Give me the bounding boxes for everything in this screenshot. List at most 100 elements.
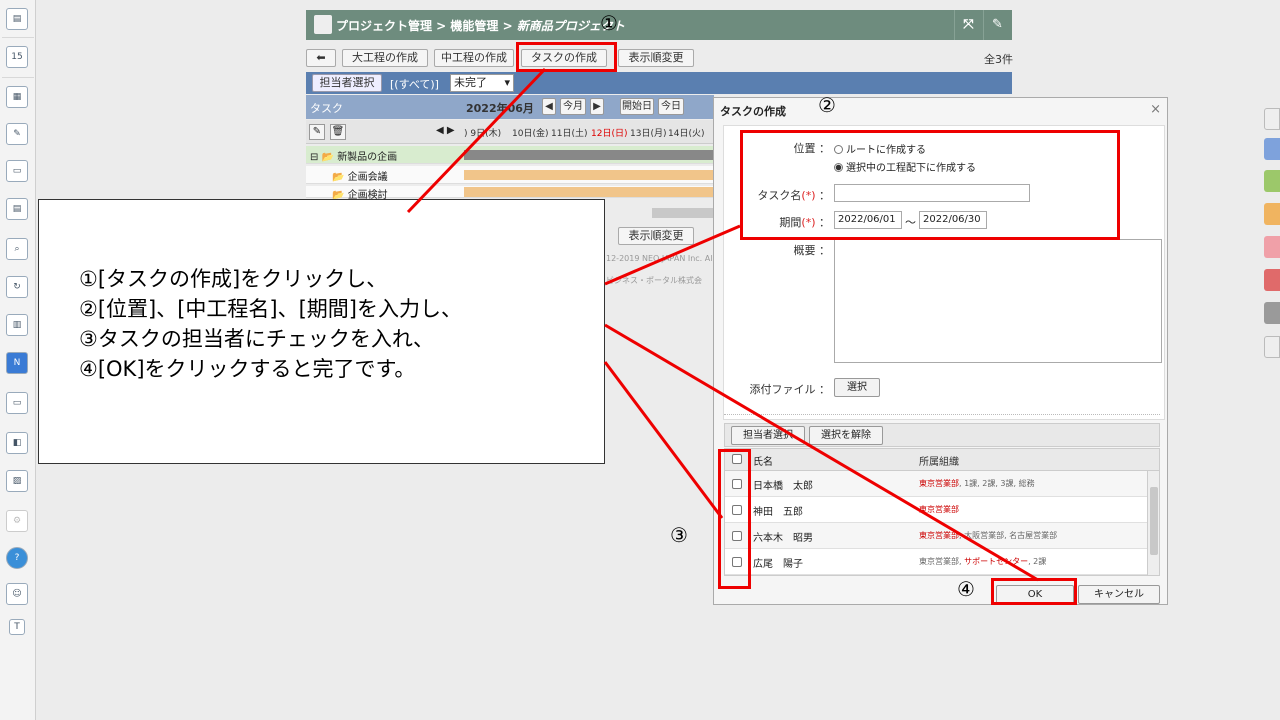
- right-tab-green[interactable]: [1264, 170, 1280, 192]
- scroll-thumb[interactable]: [1150, 487, 1158, 555]
- user-avatar-icon[interactable]: ☺: [6, 583, 28, 605]
- divider: [2, 37, 34, 38]
- refresh-icon[interactable]: ↻: [6, 276, 28, 298]
- member-table: 氏名 所属組織 日本橋 太郎 東京営業部, 1課, 2課, 3課, 総務 神田 …: [724, 448, 1160, 576]
- company-text: ビジネス・ポータル株式会: [606, 276, 702, 285]
- gantt-row[interactable]: 📂 企画検討: [306, 186, 714, 201]
- gantt-bar: [464, 170, 714, 180]
- column-name: 氏名: [753, 457, 773, 468]
- dialog-title: タスクの作成: [720, 105, 786, 118]
- member-org: 東京営業部: [919, 505, 959, 514]
- instruction-line: ①[タスクの作成]をクリックし、: [79, 267, 388, 291]
- instruction-line: ④[OK]をクリックすると完了です。: [79, 357, 416, 381]
- day-label: 14日(火): [668, 129, 705, 139]
- this-month-button[interactable]: 今月: [560, 98, 586, 115]
- assignee-select-button[interactable]: 担当者選択: [312, 74, 382, 92]
- instruction-line: ③タスクの担当者にチェックを入れ、: [79, 327, 435, 351]
- text-icon[interactable]: T: [9, 619, 25, 635]
- right-tab-orange[interactable]: [1264, 203, 1280, 225]
- chevron-down-icon: ▾: [504, 76, 510, 89]
- instruction-callout: ①[タスクの作成]をクリックし、 ②[位置]、[中工程名]、[期間]を入力し、 …: [38, 199, 605, 464]
- gantt-header: タスク 2022年06月 ◀ 今月 ▶ 開始日 今日: [306, 95, 714, 119]
- attachment-select-button[interactable]: 選択: [834, 378, 880, 397]
- help-icon[interactable]: ?: [6, 547, 28, 569]
- project-logo-icon: [314, 15, 332, 34]
- copyright-text: 12-2019 NEO JAPAN Inc. All: [606, 254, 715, 263]
- instruction-text: ①[タスクの作成]をクリックし、 ②[位置]、[中工程名]、[期間]を入力し、 …: [79, 264, 462, 384]
- gantt-subheader: ✎ 🗑 ◀ ▶ ) 9日(木) 10日(金) 11日(土) 12日(日) 13日…: [306, 120, 714, 144]
- edit-icon[interactable]: ✎: [309, 124, 325, 140]
- member-row[interactable]: 日本橋 太郎 東京営業部, 1課, 2課, 3課, 総務: [725, 471, 1147, 497]
- gantt-row[interactable]: 📂 企画会議: [306, 166, 714, 184]
- folder-icon[interactable]: ▭: [6, 392, 28, 414]
- member-scrollbar[interactable]: [1147, 471, 1159, 575]
- portal-icon[interactable]: ▤: [6, 8, 28, 30]
- member-org: 東京営業部, サポートセンター, 2課: [919, 557, 1047, 566]
- create-middle-process-button[interactable]: 中工程の作成: [434, 49, 514, 67]
- back-button[interactable]: ⬅: [306, 49, 336, 67]
- books-icon[interactable]: ▥: [6, 314, 28, 336]
- clear-selection-button[interactable]: 選択を解除: [809, 426, 883, 445]
- member-org: 東京営業部, 1課, 2課, 3課, 総務: [919, 479, 1035, 488]
- member-row[interactable]: 神田 五郎 東京営業部: [725, 497, 1147, 523]
- start-date-button[interactable]: 開始日: [620, 98, 654, 115]
- today-button[interactable]: 今日: [658, 98, 684, 115]
- task-column-header: タスク: [310, 102, 343, 115]
- board-icon[interactable]: ▭: [6, 160, 28, 182]
- breadcrumb: プロジェクト管理 > 機能管理 > 新商品プロジェクト: [336, 19, 625, 33]
- app-icon[interactable]: ◧: [6, 432, 28, 454]
- expand-icon[interactable]: ⤧: [954, 10, 982, 40]
- close-icon[interactable]: ×: [1150, 102, 1161, 117]
- attachment-label: 添付ファイル ：: [749, 383, 831, 396]
- member-org: 東京営業部, 大阪営業部, 名古屋営業部: [919, 531, 1058, 540]
- step-number-4: ④: [957, 577, 975, 601]
- right-tab-red[interactable]: [1264, 269, 1280, 291]
- search-doc-icon[interactable]: ⌕: [6, 238, 28, 260]
- row-name: ⊟ 📂 新製品の企画: [310, 152, 398, 163]
- member-row[interactable]: 六本木 昭男 東京営業部, 大阪営業部, 名古屋営業部: [725, 523, 1147, 549]
- cancel-button[interactable]: キャンセル: [1078, 585, 1160, 604]
- gear-icon[interactable]: ⚙: [6, 510, 28, 532]
- wrench-icon[interactable]: ✎: [983, 10, 1011, 40]
- highlight-checkboxes: [718, 449, 751, 589]
- status-select[interactable]: 未完了 ▾: [450, 74, 514, 92]
- divider: [724, 414, 1160, 415]
- app-sidebar: ▤ 15 ▦ ✎ ▭ ▤ ⌕ ↻ ▥ N ▭ ◧ ▨ ⚙ ? ☺ T: [0, 0, 36, 720]
- prev-month-button[interactable]: ◀: [542, 98, 556, 115]
- right-tab-notes[interactable]: [1264, 108, 1280, 130]
- photo-icon[interactable]: ▨: [6, 470, 28, 492]
- step-number-2: ②: [818, 93, 836, 117]
- month-label: 2022年06月: [466, 102, 534, 115]
- connector-line-3: [603, 361, 724, 519]
- member-name: 広尾 陽子: [753, 559, 803, 570]
- day-label: 10日(金): [512, 129, 549, 139]
- calendar-icon[interactable]: 15: [6, 46, 28, 68]
- memo-icon[interactable]: ✎: [6, 123, 28, 145]
- right-tab-blue[interactable]: [1264, 138, 1280, 160]
- assignee-select-button[interactable]: 担当者選択: [731, 426, 805, 445]
- next-month-button[interactable]: ▶: [590, 98, 604, 115]
- scroll-left-right-icon[interactable]: ◀ ▶: [436, 125, 455, 136]
- document-icon[interactable]: ▤: [6, 198, 28, 220]
- report-icon[interactable]: ▦: [6, 86, 28, 108]
- neo-icon[interactable]: N: [6, 352, 28, 374]
- right-tab-pink[interactable]: [1264, 236, 1280, 258]
- reorder-button[interactable]: 表示順変更: [618, 49, 694, 67]
- highlight-ok-button: [991, 578, 1077, 605]
- instruction-line: ②[位置]、[中工程名]、[期間]を入力し、: [79, 297, 462, 321]
- right-tab-gray[interactable]: [1264, 302, 1280, 324]
- right-tab-pencil[interactable]: [1264, 336, 1280, 358]
- column-org: 所属組織: [919, 457, 959, 468]
- summary-textarea[interactable]: [834, 239, 1162, 363]
- step-number-1: ①: [600, 11, 618, 35]
- reorder-button-bottom[interactable]: 表示順変更: [618, 227, 694, 245]
- member-row[interactable]: 広尾 陽子 東京営業部, サポートセンター, 2課: [725, 549, 1147, 575]
- summary-label: 概要 ：: [793, 244, 831, 257]
- trash-icon[interactable]: 🗑: [330, 124, 346, 140]
- filter-bar: 担当者選択 [(すべて)] 未完了 ▾: [306, 72, 1012, 94]
- gantt-row[interactable]: ⊟ 📂 新製品の企画: [306, 146, 714, 164]
- highlight-create-task: [516, 42, 617, 72]
- member-toolbar: 担当者選択 選択を解除: [724, 423, 1160, 447]
- gantt-scrollbar[interactable]: [652, 208, 714, 218]
- create-major-process-button[interactable]: 大工程の作成: [342, 49, 428, 67]
